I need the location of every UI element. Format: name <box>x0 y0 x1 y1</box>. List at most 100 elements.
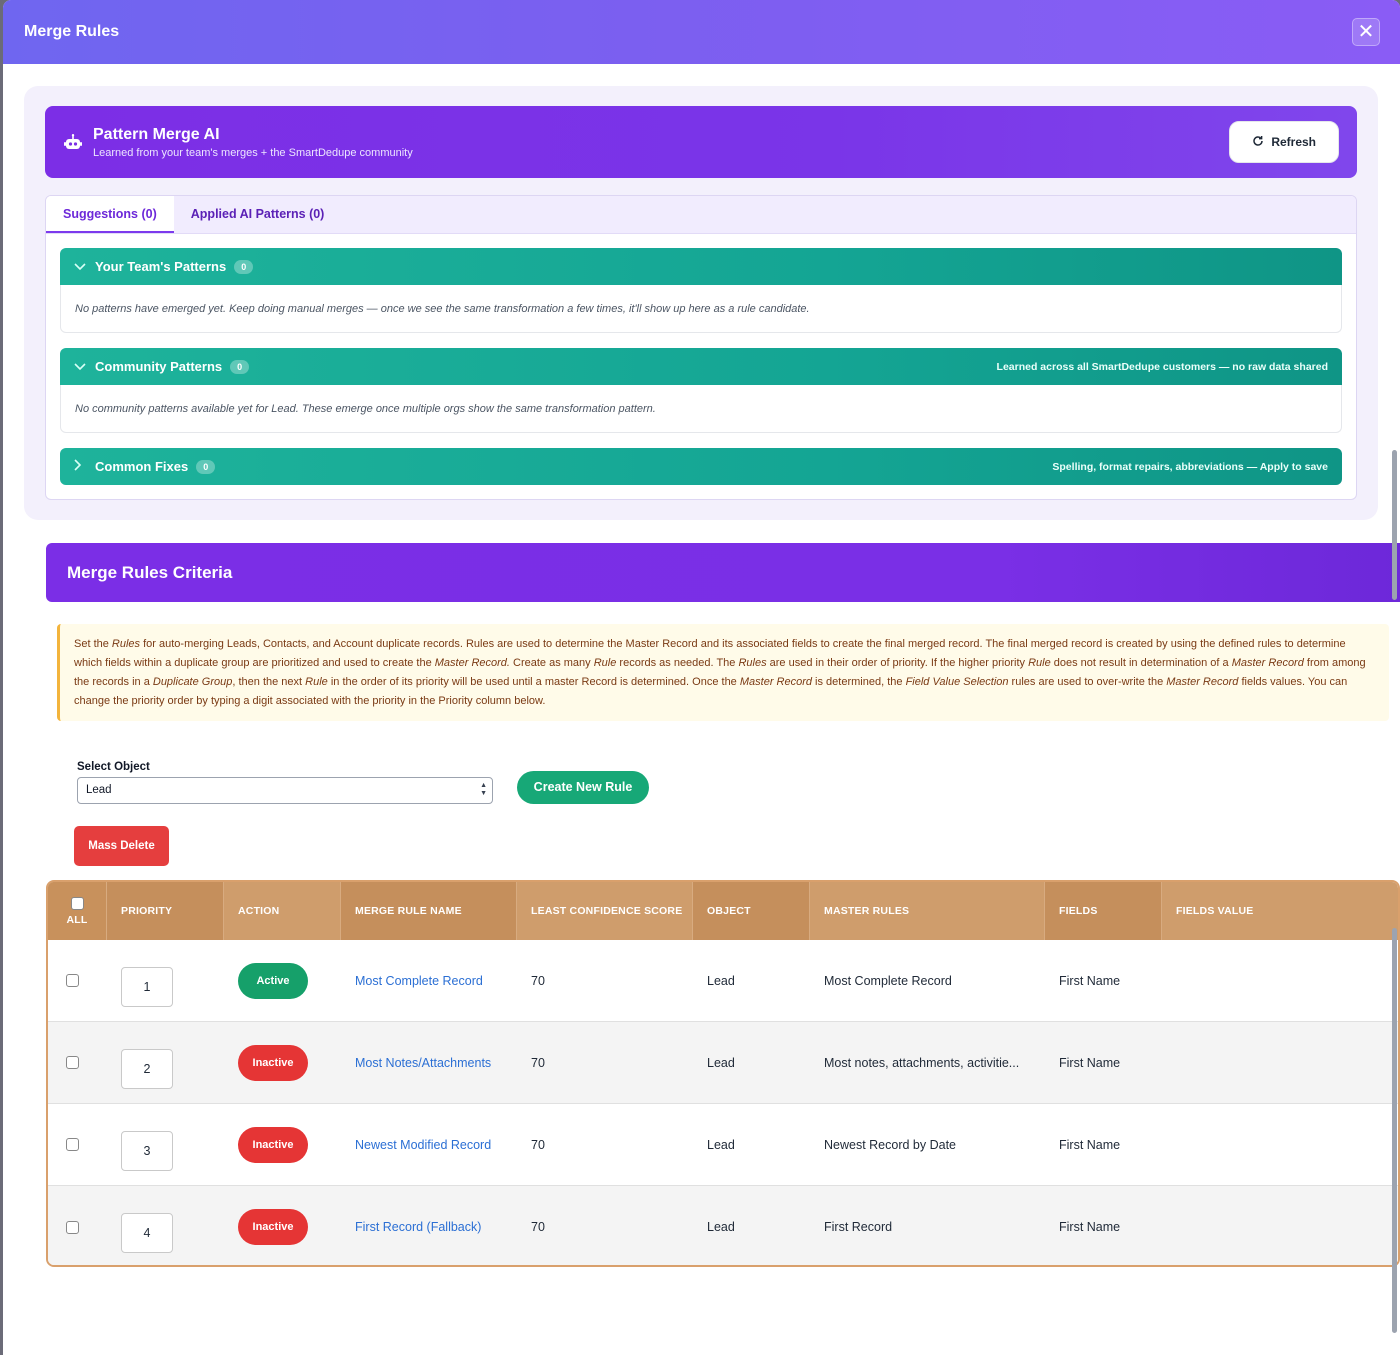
master-rules-cell: First Record <box>824 1220 893 1234</box>
action-cell: Active <box>224 940 341 1021</box>
pattern-merge-ai-panel: Pattern Merge AI Learned from your team'… <box>24 86 1378 520</box>
score-cell: 70 <box>531 973 545 988</box>
select-all-checkbox[interactable] <box>70 896 84 910</box>
info-emphasis: Rule <box>1028 657 1051 669</box>
fields-cell: First Name <box>1059 1137 1121 1152</box>
info-text: records as needed. The <box>616 657 739 669</box>
status-toggle-button[interactable]: Inactive <box>238 1044 308 1081</box>
score-cell: 70 <box>531 1137 545 1152</box>
object-cell: Lead <box>707 1220 735 1234</box>
section-team-patterns: Your Team's Patterns 0 No patterns have … <box>60 248 1342 333</box>
info-text: rules are used to over-write the <box>1008 676 1167 688</box>
info-emphasis: Rule <box>593 657 617 669</box>
rule-name-link[interactable]: Most Complete Record <box>355 974 483 988</box>
object-cell: Lead <box>707 1055 735 1070</box>
close-button[interactable]: ✕ <box>1352 18 1380 46</box>
info-text: in the order of its priority will be use… <box>327 676 740 688</box>
section-common-fixes: Common Fixes 0 Spelling, format repairs,… <box>60 448 1342 485</box>
header-all-label: ALL <box>66 913 88 926</box>
create-new-rule-button[interactable]: Create New Rule <box>517 771 649 804</box>
chevron-down-icon <box>74 260 88 274</box>
table-row: 2 Inactive Most Notes/Attachments 70 Lea… <box>48 1022 1398 1104</box>
select-object-dropdown[interactable]: Lead ▲ ▼ <box>77 777 493 804</box>
action-cell: Inactive <box>224 1104 341 1185</box>
team-patterns-count: 0 <box>234 259 254 274</box>
refresh-button[interactable]: Refresh <box>1229 121 1339 163</box>
mass-delete-button[interactable]: Mass Delete <box>74 826 169 866</box>
row-checkbox[interactable] <box>66 974 79 987</box>
status-toggle-button[interactable]: Active <box>238 962 308 999</box>
info-text: Create as many <box>509 657 594 669</box>
team-patterns-empty-text: No patterns have emerged yet. Keep doing… <box>60 285 1342 333</box>
info-emphasis: Rules <box>738 657 767 669</box>
info-emphasis: Master Record <box>1166 676 1239 688</box>
row-select-cell <box>48 1186 107 1265</box>
ai-subtitle: Learned from your team's merges + the Sm… <box>93 146 413 159</box>
criteria-title: Merge Rules Criteria <box>67 562 233 582</box>
common-fixes-count: 0 <box>196 459 216 474</box>
info-emphasis: Master Record. <box>434 657 510 669</box>
object-cell: Lead <box>707 1137 735 1152</box>
modal-title: Merge Rules <box>24 23 120 40</box>
info-emphasis: Rules <box>111 638 141 650</box>
action-cell: Inactive <box>224 1186 341 1265</box>
info-text: is determined, the <box>812 676 906 688</box>
tab-strip: Suggestions (0) Applied AI Patterns (0) <box>46 196 1356 234</box>
fields-value-cell <box>1162 1022 1398 1103</box>
select-arrows-icon: ▲ ▼ <box>480 782 487 797</box>
criteria-banner: Merge Rules Criteria <box>46 543 1400 602</box>
community-patterns-header[interactable]: Community Patterns 0 Learned across all … <box>60 348 1342 385</box>
header-fields: FIELDS <box>1045 882 1162 940</box>
info-text: are used in their order of priority. If … <box>766 657 1029 669</box>
priority-input[interactable]: 2 <box>121 1048 173 1089</box>
ai-title: Pattern Merge AI <box>93 125 220 143</box>
status-toggle-button[interactable]: Inactive <box>238 1126 308 1163</box>
refresh-label: Refresh <box>1271 135 1316 149</box>
chevron-right-icon <box>74 459 88 474</box>
select-object-value: Lead <box>86 784 112 796</box>
score-cell: 70 <box>531 1055 545 1070</box>
rule-name-link[interactable]: First Record (Fallback) <box>355 1220 481 1234</box>
header-priority: PRIORITY <box>107 882 224 940</box>
status-toggle-button[interactable]: Inactive <box>238 1209 308 1245</box>
team-patterns-header[interactable]: Your Team's Patterns 0 <box>60 248 1342 285</box>
row-checkbox[interactable] <box>66 1220 79 1234</box>
fields-value-cell <box>1162 1186 1398 1265</box>
merge-rules-table: ALL PRIORITY ACTION MERGE RULE NAME LEAS… <box>46 880 1400 1267</box>
tab-suggestions[interactable]: Suggestions (0) <box>46 196 174 233</box>
fields-value-cell <box>1162 1104 1398 1185</box>
master-rules-cell: Most notes, attachments, activitie... <box>824 1055 1020 1070</box>
priority-input[interactable]: 3 <box>121 1130 173 1171</box>
info-text: does not result in determination of a <box>1050 657 1232 669</box>
row-select-cell <box>48 1022 107 1103</box>
row-checkbox[interactable] <box>66 1056 79 1069</box>
priority-cell: 2 <box>107 1022 224 1103</box>
fields-cell: First Name <box>1059 1220 1121 1234</box>
rule-name-link[interactable]: Most Notes/Attachments <box>355 1056 491 1070</box>
rule-name-link[interactable]: Newest Modified Record <box>355 1138 491 1152</box>
scrollbar[interactable] <box>1392 450 1397 600</box>
table-scrollbar[interactable] <box>1392 928 1397 1333</box>
fields-cell: First Name <box>1059 973 1121 988</box>
info-emphasis: Rule <box>305 676 328 688</box>
info-emphasis: Field Value Selection <box>905 676 1009 688</box>
row-checkbox[interactable] <box>66 1138 79 1151</box>
ai-tabs-box: Suggestions (0) Applied AI Patterns (0) … <box>45 195 1357 500</box>
header-merge-rule-name: MERGE RULE NAME <box>341 882 517 940</box>
score-cell: 70 <box>531 1220 545 1234</box>
priority-cell: 3 <box>107 1104 224 1185</box>
common-fixes-header[interactable]: Common Fixes 0 Spelling, format repairs,… <box>60 448 1342 485</box>
rule-name-cell: Newest Modified Record <box>341 1104 517 1185</box>
team-patterns-title: Your Team's Patterns <box>95 259 227 274</box>
close-icon: ✕ <box>1357 21 1375 43</box>
rule-name-cell: Most Notes/Attachments <box>341 1022 517 1103</box>
table-row: 4 Inactive First Record (Fallback) 70 Le… <box>48 1186 1398 1265</box>
header-least-confidence-score: LEAST CONFIDENCE SCORE <box>517 882 693 940</box>
master-rules-cell: Most Complete Record <box>824 973 952 988</box>
rule-name-cell: Most Complete Record <box>341 940 517 1021</box>
priority-cell: 1 <box>107 940 224 1021</box>
community-patterns-empty-text: No community patterns available yet for … <box>60 385 1342 433</box>
tab-applied-ai-patterns[interactable]: Applied AI Patterns (0) <box>174 196 342 233</box>
priority-input[interactable]: 4 <box>121 1213 173 1253</box>
priority-input[interactable]: 1 <box>121 966 173 1007</box>
